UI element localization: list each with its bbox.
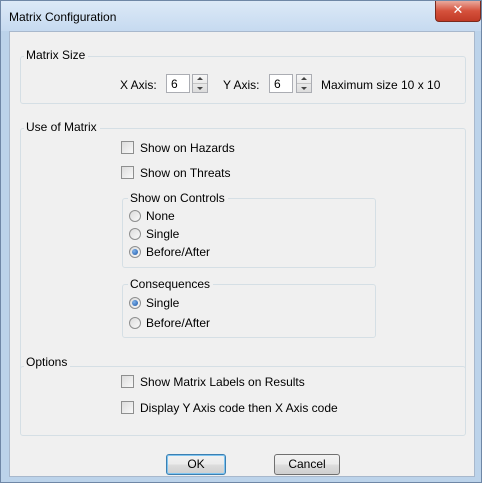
x-axis-spinner[interactable] <box>192 74 208 93</box>
consequences-before-after-radio[interactable] <box>129 317 141 329</box>
matrix-size-group-label: Matrix Size <box>24 48 89 62</box>
options-group-label: Options <box>24 355 71 369</box>
dialog-client-area: Matrix Size X Axis: 6 Y Axis: 6 Maximum … <box>9 31 475 477</box>
use-of-matrix-group-label: Use of Matrix <box>24 120 100 134</box>
x-axis-input[interactable]: 6 <box>166 74 190 93</box>
controls-none-radio[interactable] <box>129 210 141 222</box>
controls-before-after-label[interactable]: Before/After <box>146 245 210 259</box>
show-matrix-labels-label[interactable]: Show Matrix Labels on Results <box>140 375 305 389</box>
show-matrix-labels-checkbox[interactable] <box>121 375 134 388</box>
arrow-down-icon <box>197 87 203 90</box>
max-size-text: Maximum size 10 x 10 <box>321 78 441 92</box>
arrow-up-icon <box>197 77 203 80</box>
y-axis-spinner[interactable] <box>296 74 312 93</box>
window-title: Matrix Configuration <box>9 10 117 24</box>
dialog-window: Matrix Configuration ✕ Matrix Size X Axi… <box>0 0 482 483</box>
cancel-button[interactable]: Cancel <box>274 454 340 475</box>
y-axis-input[interactable]: 6 <box>269 74 293 93</box>
y-axis-increment-button[interactable] <box>297 75 311 84</box>
show-on-hazards-label[interactable]: Show on Hazards <box>140 141 235 155</box>
consequences-group-label: Consequences <box>128 277 214 291</box>
arrow-up-icon <box>301 77 307 80</box>
consequences-before-after-label[interactable]: Before/After <box>146 316 210 330</box>
show-on-threats-label[interactable]: Show on Threats <box>140 166 231 180</box>
arrow-down-icon <box>301 87 307 90</box>
consequences-single-radio[interactable] <box>129 297 141 309</box>
title-bar[interactable]: Matrix Configuration ✕ <box>1 1 481 31</box>
ok-button[interactable]: OK <box>166 454 226 475</box>
show-on-controls-group-label: Show on Controls <box>128 191 228 205</box>
consequences-single-label[interactable]: Single <box>146 296 179 310</box>
show-on-threats-checkbox[interactable] <box>121 166 134 179</box>
close-button[interactable]: ✕ <box>435 1 481 22</box>
controls-none-label[interactable]: None <box>146 209 175 223</box>
x-axis-increment-button[interactable] <box>193 75 207 84</box>
y-axis-label: Y Axis: <box>223 78 260 92</box>
x-axis-decrement-button[interactable] <box>193 84 207 92</box>
x-axis-label: X Axis: <box>120 78 157 92</box>
display-y-then-x-label[interactable]: Display Y Axis code then X Axis code <box>140 401 338 415</box>
show-on-hazards-checkbox[interactable] <box>121 141 134 154</box>
controls-single-label[interactable]: Single <box>146 227 179 241</box>
close-icon: ✕ <box>452 3 464 18</box>
controls-before-after-radio[interactable] <box>129 246 141 258</box>
y-axis-decrement-button[interactable] <box>297 84 311 92</box>
display-y-then-x-checkbox[interactable] <box>121 401 134 414</box>
controls-single-radio[interactable] <box>129 228 141 240</box>
